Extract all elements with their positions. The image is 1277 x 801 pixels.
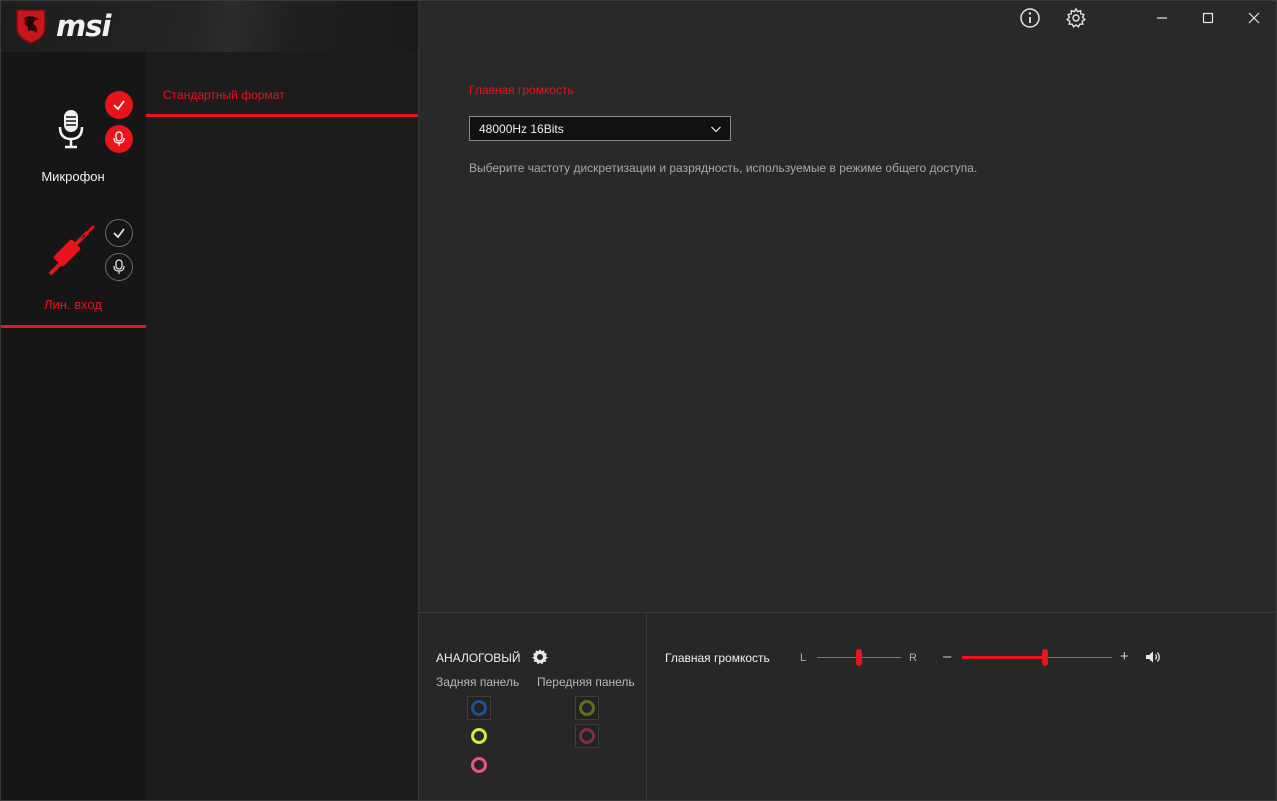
default-comm-mic-icon[interactable] [105, 125, 133, 153]
format-description: Выберите частоту дискретизации и разрядн… [469, 161, 978, 175]
format-select-value: 48000Hz 16Bits [479, 121, 564, 136]
front-panel-label: Передняя панель [537, 675, 635, 689]
balance-slider-thumb[interactable] [856, 649, 862, 666]
set-default-comm-mic-icon[interactable] [105, 253, 133, 281]
format-select[interactable]: 48000Hz 16Bits [469, 116, 731, 141]
tab-active-indicator [146, 114, 418, 117]
default-device-check-icon[interactable] [105, 91, 133, 119]
front-jack-green[interactable] [575, 696, 599, 720]
volume-decrease-button[interactable]: – [943, 648, 951, 665]
rear-jack-pink[interactable] [467, 753, 491, 777]
rear-jack-blue[interactable] [467, 696, 491, 720]
subnav-panel: Стандартный формат [146, 52, 418, 612]
close-icon[interactable] [1231, 0, 1277, 36]
minimize-icon[interactable] [1139, 0, 1185, 36]
chevron-down-icon [711, 126, 721, 133]
subnav-filler [146, 612, 418, 801]
device-label-microphone: Микрофон [41, 169, 105, 184]
master-volume-label: Главная громкость [665, 651, 770, 665]
tab-standard-format[interactable]: Стандартный формат [163, 88, 285, 102]
active-device-indicator [0, 325, 146, 328]
set-default-check-icon[interactable] [105, 219, 133, 247]
microphone-icon [58, 110, 84, 149]
main-content: Главная громкость 48000Hz 16Bits Выберит… [418, 0, 1277, 612]
volume-slider-thumb[interactable] [1042, 649, 1048, 666]
device-label-line-in: Лин. вход [44, 297, 102, 312]
device-line-in[interactable]: Лин. вход [0, 200, 146, 328]
rear-jack-lime[interactable] [467, 724, 491, 748]
analog-title: АНАЛОГОВЫЙ [436, 651, 521, 665]
volume-increase-button[interactable]: + [1120, 648, 1129, 665]
analog-settings-gear-icon[interactable] [531, 648, 549, 666]
device-microphone[interactable]: Микрофон [0, 0, 146, 200]
section-title: Главная громкость [469, 83, 574, 97]
balance-left-label: L [800, 652, 807, 664]
maximize-icon[interactable] [1185, 0, 1231, 36]
volume-panel: Главная громкость L R – + [647, 612, 1277, 801]
gear-icon[interactable] [1065, 7, 1087, 29]
rear-panel-label: Задняя панель [436, 675, 520, 689]
balance-right-label: R [909, 652, 917, 664]
analog-panel: АНАЛОГОВЫЙ Задняя панель Передняя панель [418, 612, 647, 801]
window-controls [1139, 0, 1277, 36]
speaker-icon[interactable] [1145, 650, 1163, 664]
info-icon[interactable] [1019, 7, 1041, 29]
audio-jack-icon [48, 225, 95, 276]
front-jack-pink[interactable] [575, 724, 599, 748]
volume-slider-fill [962, 656, 1045, 659]
